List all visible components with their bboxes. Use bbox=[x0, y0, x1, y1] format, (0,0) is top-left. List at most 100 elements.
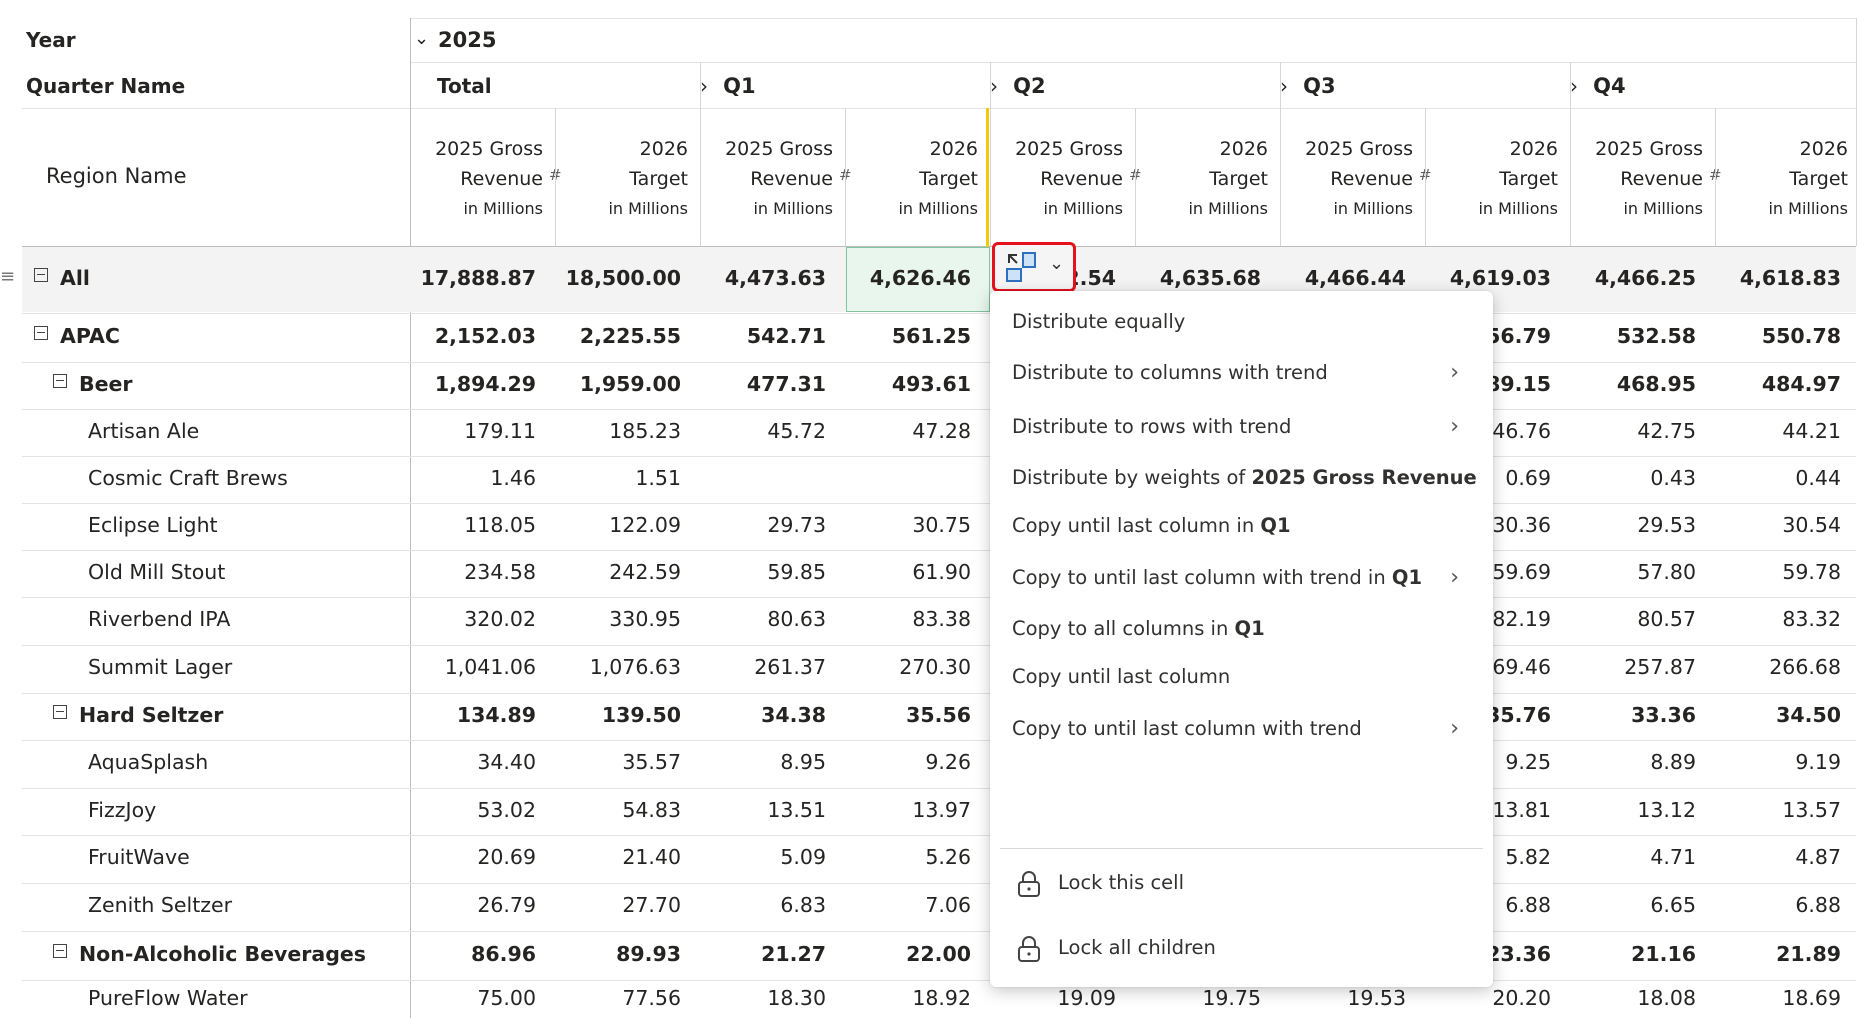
value-cell[interactable]: 18.92 bbox=[845, 986, 971, 1010]
row-label[interactable]: FruitWave bbox=[88, 845, 190, 869]
row-label[interactable]: Old Mill Stout bbox=[88, 560, 225, 584]
value-cell[interactable]: 550.78 bbox=[1715, 324, 1841, 348]
value-cell[interactable]: 20.69 bbox=[410, 845, 536, 869]
value-cell[interactable]: 0.43 bbox=[1570, 466, 1696, 490]
row-label[interactable]: Hard Seltzer bbox=[79, 703, 223, 727]
value-cell[interactable]: 7.06 bbox=[845, 893, 971, 917]
row-label[interactable]: APAC bbox=[60, 324, 120, 348]
menu-item[interactable]: Copy to all columns in Q1 bbox=[990, 605, 1493, 655]
value-cell[interactable]: 9.19 bbox=[1715, 750, 1841, 774]
value-cell[interactable]: 561.25 bbox=[845, 324, 971, 348]
value-cell[interactable]: 59.78 bbox=[1715, 560, 1841, 584]
value-cell[interactable]: 5.09 bbox=[700, 845, 826, 869]
column-header-target[interactable]: 2026 Target in Millions bbox=[555, 134, 688, 224]
value-cell[interactable]: 30.54 bbox=[1715, 513, 1841, 537]
menu-item[interactable]: Copy until last column in Q1 bbox=[990, 502, 1493, 552]
value-cell[interactable]: 59.85 bbox=[700, 560, 826, 584]
row-label[interactable]: PureFlow Water bbox=[88, 986, 248, 1010]
value-cell[interactable]: 542.71 bbox=[700, 324, 826, 348]
value-cell[interactable]: 242.59 bbox=[555, 560, 681, 584]
value-cell[interactable]: 34.50 bbox=[1715, 703, 1841, 727]
quarter-header-q4[interactable]: › Q4 bbox=[1570, 74, 1690, 98]
row-label[interactable]: Riverbend IPA bbox=[88, 607, 230, 631]
value-cell[interactable]: 83.32 bbox=[1715, 607, 1841, 631]
value-cell[interactable]: 61.90 bbox=[845, 560, 971, 584]
row-label[interactable]: Zenith Seltzer bbox=[88, 893, 232, 917]
row-label[interactable]: Beer bbox=[79, 372, 133, 396]
menu-item[interactable]: Distribute by weights of 2025 Gross Reve… bbox=[990, 454, 1493, 504]
value-cell[interactable]: 26.79 bbox=[410, 893, 536, 917]
value-cell[interactable]: 45.72 bbox=[700, 419, 826, 443]
value-cell[interactable]: 1,041.06 bbox=[410, 655, 536, 679]
value-cell[interactable]: 29.53 bbox=[1570, 513, 1696, 537]
value-cell[interactable]: 493.61 bbox=[845, 372, 971, 396]
value-cell[interactable]: 532.58 bbox=[1570, 324, 1696, 348]
row-label[interactable]: All bbox=[60, 266, 90, 290]
value-cell[interactable]: 266.68 bbox=[1715, 655, 1841, 679]
collapse-icon[interactable] bbox=[34, 267, 48, 282]
value-cell[interactable]: 4.71 bbox=[1570, 845, 1696, 869]
value-cell[interactable]: 477.31 bbox=[700, 372, 826, 396]
value-cell[interactable]: 18.69 bbox=[1715, 986, 1841, 1010]
value-cell[interactable]: 89.93 bbox=[555, 942, 681, 966]
row-label[interactable]: Cosmic Craft Brews bbox=[88, 466, 288, 490]
value-cell[interactable]: 54.83 bbox=[555, 798, 681, 822]
value-cell[interactable]: 6.65 bbox=[1570, 893, 1696, 917]
collapse-icon[interactable] bbox=[53, 373, 67, 388]
value-cell[interactable]: 8.95 bbox=[700, 750, 826, 774]
value-cell[interactable]: 2,225.55 bbox=[555, 324, 681, 348]
value-cell[interactable]: 5.26 bbox=[845, 845, 971, 869]
column-header-gross-revenue[interactable]: 2025 Gross Revenue in Millions bbox=[990, 134, 1123, 224]
value-cell[interactable]: 1,894.29 bbox=[410, 372, 536, 396]
value-cell[interactable]: 4,466.25 bbox=[1570, 266, 1696, 290]
value-cell[interactable]: 8.89 bbox=[1570, 750, 1696, 774]
column-header-gross-revenue[interactable]: 2025 Gross Revenue in Millions bbox=[410, 134, 543, 224]
column-header-gross-revenue[interactable]: 2025 Gross Revenue in Millions bbox=[700, 134, 833, 224]
value-cell[interactable]: 34.38 bbox=[700, 703, 826, 727]
value-cell[interactable]: 484.97 bbox=[1715, 372, 1841, 396]
menu-item-lock-all-children[interactable]: Lock all children bbox=[990, 924, 1493, 974]
value-cell[interactable]: 42.75 bbox=[1570, 419, 1696, 443]
value-cell[interactable]: 179.11 bbox=[410, 419, 536, 443]
column-header-target[interactable]: 2026 Target in Millions bbox=[1135, 134, 1268, 224]
menu-item[interactable]: Copy to until last column with trend in … bbox=[990, 554, 1493, 604]
year-expand-button[interactable]: ⌄ 2025 bbox=[414, 28, 574, 60]
value-cell[interactable]: 18,500.00 bbox=[555, 266, 681, 290]
distribute-menu-button[interactable]: ⌄ bbox=[992, 242, 1076, 292]
value-cell[interactable]: 20.20 bbox=[1425, 986, 1551, 1010]
value-cell[interactable]: 21.89 bbox=[1715, 942, 1841, 966]
value-cell[interactable]: 18.08 bbox=[1570, 986, 1696, 1010]
row-label[interactable]: FizzJoy bbox=[88, 798, 156, 822]
row-label[interactable]: AquaSplash bbox=[88, 750, 208, 774]
quarter-header-q2[interactable]: › Q2 bbox=[990, 74, 1110, 98]
value-cell[interactable]: 19.75 bbox=[1135, 986, 1261, 1010]
quarter-header-q1[interactable]: › Q1 bbox=[700, 74, 820, 98]
value-cell[interactable]: 0.44 bbox=[1715, 466, 1841, 490]
row-label[interactable]: Artisan Ale bbox=[88, 419, 199, 443]
value-cell[interactable]: 21.16 bbox=[1570, 942, 1696, 966]
value-cell[interactable]: 1.51 bbox=[555, 466, 681, 490]
value-cell[interactable]: 6.88 bbox=[1715, 893, 1841, 917]
collapse-icon[interactable] bbox=[34, 325, 48, 340]
row-label[interactable]: Non-Alcoholic Beverages bbox=[79, 942, 366, 966]
value-cell[interactable]: 17,888.87 bbox=[410, 266, 536, 290]
value-cell[interactable]: 53.02 bbox=[410, 798, 536, 822]
column-header-gross-revenue[interactable]: 2025 Gross Revenue in Millions bbox=[1570, 134, 1703, 224]
value-cell[interactable]: 33.36 bbox=[1570, 703, 1696, 727]
value-cell[interactable]: 30.75 bbox=[845, 513, 971, 537]
row-handle-icon[interactable]: ≡ bbox=[0, 266, 15, 287]
value-cell[interactable]: 234.58 bbox=[410, 560, 536, 584]
collapse-icon[interactable] bbox=[53, 704, 67, 719]
value-cell[interactable]: 22.00 bbox=[845, 942, 971, 966]
value-cell[interactable]: 44.21 bbox=[1715, 419, 1841, 443]
value-cell[interactable]: 4,466.44 bbox=[1280, 266, 1406, 290]
column-header-gross-revenue[interactable]: 2025 Gross Revenue in Millions bbox=[1280, 134, 1413, 224]
value-cell[interactable]: 35.57 bbox=[555, 750, 681, 774]
value-cell[interactable]: 139.50 bbox=[555, 703, 681, 727]
value-cell[interactable]: 77.56 bbox=[555, 986, 681, 1010]
value-cell[interactable]: 27.70 bbox=[555, 893, 681, 917]
value-cell[interactable]: 134.89 bbox=[410, 703, 536, 727]
collapse-icon[interactable] bbox=[53, 943, 67, 958]
value-cell[interactable]: 320.02 bbox=[410, 607, 536, 631]
quarter-header-q3[interactable]: › Q3 bbox=[1280, 74, 1400, 98]
